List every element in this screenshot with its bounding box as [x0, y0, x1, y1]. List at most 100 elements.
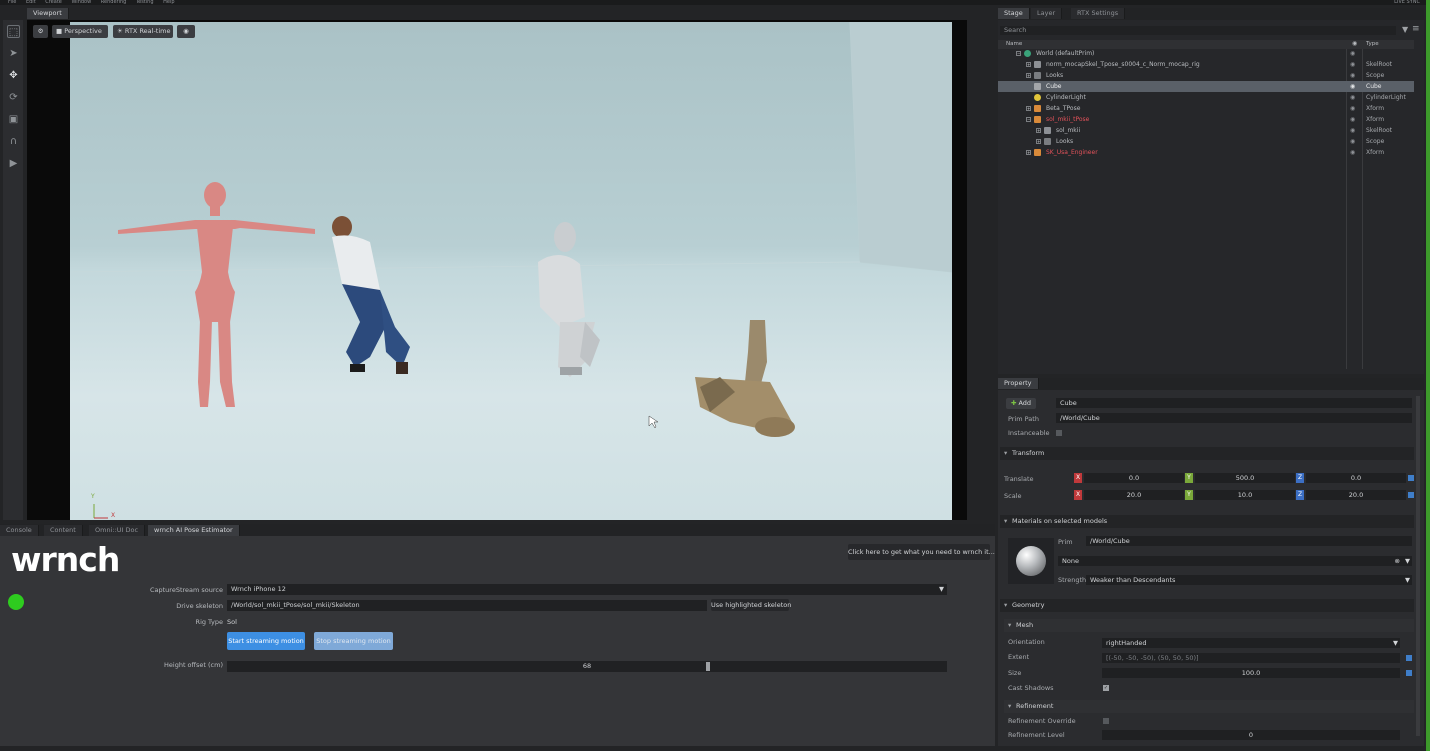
add-button[interactable]: ✚ Add [1006, 398, 1036, 409]
extent-field[interactable]: [(-50, -50, -50), (50, 50, 50)] [1102, 653, 1400, 663]
visibility-eye-icon[interactable]: ◉ [1350, 103, 1355, 114]
transform-section-header[interactable]: Transform [1000, 447, 1414, 460]
collapse-icon[interactable]: − [1026, 117, 1031, 122]
tab-wrnch-pose-estimator[interactable]: wrnch AI Pose Estimator [148, 525, 240, 536]
menu-file[interactable]: File [8, 0, 16, 5]
visibility-eye-icon[interactable]: ◉ [1350, 114, 1355, 125]
translate-x-field[interactable]: 0.0 [1084, 473, 1184, 483]
use-highlighted-skeleton-button[interactable]: Use highlighted skeleton [711, 599, 791, 611]
menu-help[interactable]: Help [163, 0, 174, 5]
hamburger-menu-icon[interactable]: ≡ [1412, 24, 1420, 34]
move-icon[interactable]: ✥ [7, 69, 20, 82]
prim-name-field[interactable]: Cube [1056, 398, 1412, 408]
start-streaming-button[interactable]: Start streaming motion [227, 632, 305, 650]
translate-y-field[interactable]: 500.0 [1195, 473, 1295, 483]
tab-console[interactable]: Console [0, 525, 39, 536]
visibility-eye-icon[interactable]: ◉ [1350, 92, 1355, 103]
stage-row-looks-2[interactable]: + Looks ◉ Scope [998, 136, 1414, 147]
orientation-select[interactable]: rightHanded ▼ [1102, 638, 1400, 648]
stage-row-sk-usa-engineer[interactable]: + SK_Usa_Engineer ◉ Xform [998, 147, 1414, 158]
stage-search-input[interactable]: Search [1000, 26, 1396, 35]
col-name-header[interactable]: Name [1006, 41, 1022, 47]
slider-handle[interactable] [706, 662, 710, 671]
menu-testing[interactable]: Testing [136, 0, 154, 5]
select-arrow-icon[interactable]: ➤ [7, 47, 20, 60]
scale-z-field[interactable]: 20.0 [1306, 490, 1406, 500]
drive-skeleton-field[interactable]: /World/sol_mkii_tPose/sol_mkii/Skeleton [227, 600, 707, 611]
expand-icon[interactable]: + [1026, 106, 1031, 111]
collapse-icon[interactable]: − [1016, 51, 1021, 56]
visibility-eye-icon[interactable]: ◉ [1350, 147, 1355, 158]
live-sync-label[interactable]: LIVE SYNC [1394, 0, 1420, 5]
tab-rtx-settings[interactable]: RTX Settings [1071, 8, 1126, 19]
viewport[interactable]: Y X [27, 20, 967, 520]
viewport-scene[interactable]: Y X [70, 22, 952, 520]
refinement-level-field[interactable]: 0 [1102, 730, 1400, 740]
stage-row-cube-selected[interactable]: Cube ◉ Cube [998, 81, 1414, 92]
clear-circle-icon[interactable]: ⊗ [1395, 556, 1400, 566]
stage-row-mocap-skel[interactable]: + norm_mocapSkel_Tpose_s0004_c_Norm_moca… [998, 59, 1414, 70]
mesh-section-header[interactable]: Mesh [1004, 619, 1414, 632]
select-mode-icon[interactable]: ⬚ [7, 25, 20, 38]
help-button[interactable]: Click here to get what you need to wrnch… [848, 544, 995, 560]
stop-streaming-button[interactable]: Stop streaming motion [314, 632, 393, 650]
scale-icon[interactable]: ▣ [7, 113, 20, 126]
expand-icon[interactable]: + [1026, 62, 1031, 67]
capture-source-select[interactable]: Wrnch iPhone 12 ▼ [227, 584, 947, 595]
tab-property[interactable]: Property [998, 378, 1039, 389]
rotate-icon[interactable]: ⟳ [7, 91, 20, 104]
settings-gear-icon[interactable]: ⚙ [33, 25, 48, 38]
extent-keyframe-icon[interactable] [1406, 655, 1412, 661]
property-scrollbar[interactable] [1416, 396, 1420, 736]
translate-z-field[interactable]: 0.0 [1306, 473, 1406, 483]
col-type-header[interactable]: Type [1366, 41, 1379, 47]
material-prim-field[interactable]: /World/Cube [1086, 536, 1412, 546]
expand-icon[interactable]: + [1026, 73, 1031, 78]
camera-button[interactable]: ■ Perspective [52, 25, 108, 38]
size-field[interactable]: 100.0 [1102, 668, 1400, 678]
materials-section-header[interactable]: Materials on selected models [1000, 515, 1414, 528]
menu-create[interactable]: Create [45, 0, 62, 5]
material-select[interactable]: None ⊗ ▼ [1058, 556, 1412, 566]
stage-row-world[interactable]: − World (defaultPrim) ◉ [998, 48, 1414, 59]
filter-icon[interactable]: ▼ [1402, 25, 1408, 34]
tab-layer[interactable]: Layer [1031, 8, 1063, 19]
prim-path-field[interactable]: /World/Cube [1056, 413, 1412, 423]
refinement-override-checkbox[interactable] [1103, 718, 1109, 724]
scale-y-field[interactable]: 10.0 [1195, 490, 1295, 500]
expand-icon[interactable]: + [1026, 150, 1031, 155]
instanceable-checkbox[interactable] [1056, 430, 1062, 436]
height-offset-slider[interactable]: 68 [227, 661, 947, 672]
expand-icon[interactable]: + [1036, 128, 1041, 133]
translate-keyframe-icon[interactable] [1408, 475, 1414, 481]
expand-icon[interactable]: + [1036, 139, 1041, 144]
menu-edit[interactable]: Edit [26, 0, 36, 5]
scale-x-field[interactable]: 20.0 [1084, 490, 1184, 500]
menu-rendering[interactable]: Rendering [101, 0, 127, 5]
snap-magnet-icon[interactable]: ∩ [7, 135, 20, 148]
tab-omni-ui-doc[interactable]: Omni::UI Doc [89, 525, 146, 536]
strength-select[interactable]: Weaker than Descendants ▼ [1086, 575, 1412, 585]
stage-row-cylinder-light[interactable]: CylinderLight ◉ CylinderLight [998, 92, 1414, 103]
refinement-section-header[interactable]: Refinement [1004, 700, 1414, 713]
visibility-eye-icon[interactable]: ◉ [1350, 125, 1355, 136]
menu-window[interactable]: Window [71, 0, 91, 5]
visibility-eye-icon[interactable]: ◉ [1350, 59, 1355, 70]
tab-stage[interactable]: Stage [998, 8, 1030, 19]
tab-content[interactable]: Content [44, 525, 83, 536]
tab-viewport[interactable]: Viewport [27, 8, 69, 19]
visibility-eye-icon[interactable]: ◉ [1350, 136, 1355, 147]
renderer-button[interactable]: ☀ RTX Real-time [113, 25, 173, 38]
cast-shadows-checkbox[interactable]: ✓ [1103, 685, 1109, 691]
visibility-eye-icon[interactable]: ◉ [177, 25, 195, 38]
geometry-section-header[interactable]: Geometry [1000, 599, 1414, 612]
stage-row-beta-tpose[interactable]: + Beta_TPose ◉ Xform [998, 103, 1414, 114]
stage-row-sol-mkii-tpose[interactable]: − sol_mkii_tPose ◉ Xform [998, 114, 1414, 125]
play-icon[interactable]: ▶ [7, 157, 20, 170]
stage-row-looks[interactable]: + Looks ◉ Scope [998, 70, 1414, 81]
visibility-eye-icon[interactable]: ◉ [1350, 48, 1355, 59]
visibility-eye-icon[interactable]: ◉ [1350, 81, 1355, 92]
size-keyframe-icon[interactable] [1406, 670, 1412, 676]
stage-row-sol-mkii[interactable]: + sol_mkii ◉ SkelRoot [998, 125, 1414, 136]
visibility-eye-icon[interactable]: ◉ [1350, 70, 1355, 81]
